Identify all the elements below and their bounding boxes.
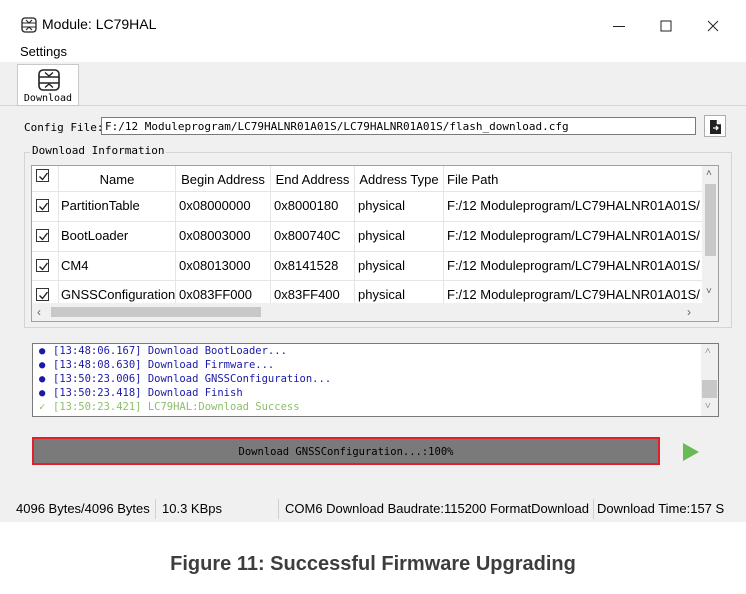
row-address-type: physical [355, 222, 444, 252]
column-header-name[interactable]: Name [59, 166, 176, 192]
scroll-up-icon[interactable]: ˄ [705, 346, 711, 357]
scroll-down-icon[interactable]: ˅ [706, 286, 712, 297]
table-horizontal-scroll-thumb[interactable] [51, 307, 261, 317]
open-file-icon [710, 120, 721, 134]
table-row[interactable]: GNSSConfiguration 0x083FF000 0x83FF400 p… [32, 281, 702, 303]
start-download-button[interactable] [681, 441, 701, 463]
window-title: Module: LC79HAL [42, 16, 157, 32]
table-vertical-scroll-thumb[interactable] [705, 184, 716, 256]
column-header-end-address[interactable]: End Address [271, 166, 355, 192]
log-line: ● [13:50:23.006] Download GNSSConfigurati… [39, 373, 332, 385]
maximize-icon[interactable] [658, 18, 674, 34]
download-progress-bar: Download GNSSConfiguration...:100% [32, 437, 660, 465]
row-end-address: 0x8000180 [271, 192, 355, 222]
download-information-title: Download Information [30, 144, 167, 157]
row-begin-address: 0x083FF000 [176, 281, 271, 303]
log-line: ● [13:48:06.167] Download BootLoader... [39, 345, 287, 357]
status-divider [155, 499, 156, 519]
download-tool-icon [21, 17, 37, 33]
scrollbar-corner [702, 303, 718, 321]
scroll-up-icon[interactable]: ˄ [706, 168, 712, 179]
table-row[interactable]: CM4 0x08013000 0x8141528 physical F:/12 … [32, 252, 702, 281]
row-end-address: 0x83FF400 [271, 281, 355, 303]
row-name: PartitionTable [59, 192, 176, 222]
row-checkbox[interactable] [36, 229, 49, 242]
row-address-type: physical [355, 281, 444, 303]
menu-settings[interactable]: Settings [20, 44, 67, 59]
scroll-left-icon[interactable]: ‹ [37, 305, 41, 319]
log-line: ● [13:50:23.418] Download Finish [39, 387, 243, 399]
status-bar: 4096 Bytes/4096 Bytes 10.3 KBps COM6 Dow… [0, 497, 746, 522]
column-header-file-path[interactable]: File Path [444, 166, 702, 192]
browse-config-button[interactable] [704, 115, 726, 137]
column-header-begin-address[interactable]: Begin Address [176, 166, 271, 192]
row-name: CM4 [59, 252, 176, 281]
column-header-address-type[interactable]: Address Type [355, 166, 444, 192]
download-tool-window: Module: LC79HAL Settings Download Config… [0, 0, 746, 522]
row-begin-address: 0x08003000 [176, 222, 271, 252]
status-speed: 10.3 KBps [162, 501, 222, 516]
scroll-down-icon[interactable]: ˅ [705, 401, 711, 412]
row-name: BootLoader [59, 222, 176, 252]
table-vertical-scrollbar[interactable]: ˄ ˅ [702, 166, 718, 303]
row-address-type: physical [355, 192, 444, 222]
row-checkbox[interactable] [36, 259, 49, 272]
status-bytes: 4096 Bytes/4096 Bytes [16, 501, 150, 516]
log-line: ● [13:48:08.630] Download Firmware... [39, 359, 275, 371]
table-row[interactable]: PartitionTable 0x08000000 0x8000180 phys… [32, 192, 702, 222]
log-panel[interactable]: ● [13:48:06.167] Download BootLoader... ●… [32, 343, 719, 417]
close-icon[interactable] [705, 18, 721, 34]
row-file-path: F:/12 Moduleprogram/LC79HALNR01A01S/ [444, 222, 702, 252]
row-name: GNSSConfiguration [59, 281, 176, 303]
row-file-path: F:/12 Moduleprogram/LC79HALNR01A01S/ [444, 252, 702, 281]
title-bar: Module: LC79HAL [0, 0, 746, 40]
status-divider [278, 499, 279, 519]
row-address-type: physical [355, 252, 444, 281]
scroll-right-icon[interactable]: › [687, 305, 691, 319]
bullet-icon: ● [39, 345, 46, 357]
row-begin-address: 0x08013000 [176, 252, 271, 281]
select-all-checkbox[interactable] [36, 169, 49, 182]
download-tool-label: Download [23, 93, 73, 104]
table-row[interactable]: BootLoader 0x08003000 0x800740C physical… [32, 222, 702, 252]
row-checkbox[interactable] [36, 288, 49, 301]
download-table: Name Begin Address End Address Address T… [31, 165, 719, 322]
download-tool-icon [38, 69, 60, 91]
bullet-icon: ● [39, 387, 46, 399]
play-icon [683, 443, 699, 461]
status-port: COM6 Download Baudrate:115200 FormatDown… [285, 501, 589, 516]
row-end-address: 0x800740C [271, 222, 355, 252]
menu-bar: Settings [0, 40, 746, 62]
row-checkbox[interactable] [36, 199, 49, 212]
download-tool-button[interactable]: Download [17, 64, 79, 106]
status-time: Download Time:157 S [597, 501, 725, 516]
progress-text: Download GNSSConfiguration...:100% [238, 446, 454, 458]
row-end-address: 0x8141528 [271, 252, 355, 281]
row-file-path: F:/12 Moduleprogram/LC79HALNR01A01S/ [444, 192, 702, 222]
table-header: Name Begin Address End Address Address T… [32, 166, 702, 192]
table-horizontal-scrollbar[interactable]: ‹ › [32, 303, 702, 321]
check-icon: ✓ [39, 401, 46, 413]
minimize-icon[interactable] [611, 18, 627, 34]
row-file-path: F:/12 Moduleprogram/LC79HALNR01A01S/ [444, 281, 702, 303]
log-line-success: ✓ [13:50:23.421] LC79HAL:Download Success [39, 401, 300, 413]
status-divider [593, 499, 594, 519]
select-all-cell[interactable] [32, 166, 59, 192]
config-file-label: Config File: [24, 121, 104, 134]
row-begin-address: 0x08000000 [176, 192, 271, 222]
config-file-input[interactable]: F:/12 Moduleprogram/LC79HALNR01A01S/LC79… [101, 117, 696, 135]
bullet-icon: ● [39, 373, 46, 385]
figure-caption: Figure 11: Successful Firmware Upgrading [170, 553, 576, 575]
bullet-icon: ● [39, 359, 46, 371]
toolbar: Download [0, 62, 746, 106]
log-scroll-thumb[interactable] [702, 380, 717, 398]
log-scrollbar[interactable]: ˄ ˅ [701, 344, 718, 416]
